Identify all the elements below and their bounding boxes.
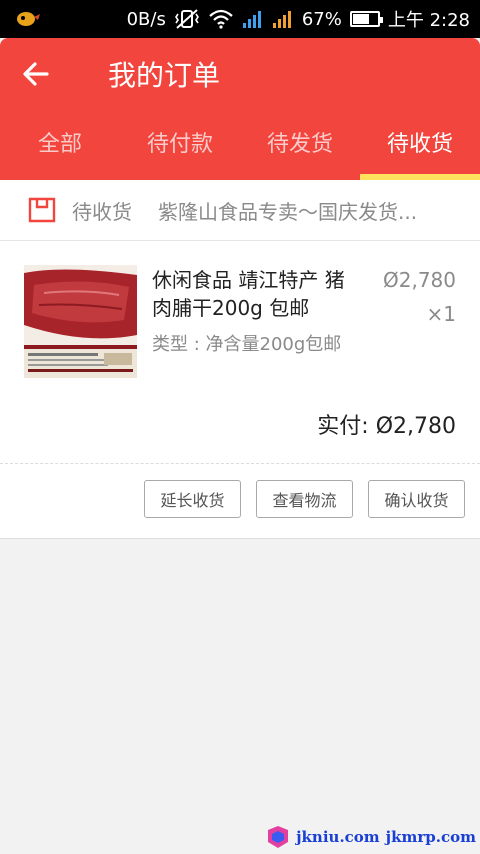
clock: 上午 2:28 [387,10,470,31]
currency-icon: Ø [382,268,399,292]
order-tabs: 全部 待付款 待发货 待收货 [0,124,480,180]
watermark-logo-icon [268,826,289,848]
product-price-value: 2,780 [398,268,456,292]
paid-amount: 2,780 [393,414,456,439]
vibrate-icon [174,9,199,29]
tab-pending-shipment[interactable]: 待发货 [240,124,360,180]
shop-icon [28,197,56,223]
watermark: jkniu.com jkmrp.com [266,826,476,848]
currency-icon: Ø [375,414,394,439]
shop-name: 紫隆山食品专卖～国庆发货... [158,199,418,224]
back-button[interactable] [18,56,54,92]
order-card: 待收货 紫隆山食品专卖～国庆发货... 休闲食品 靖江特产 猪肉脯干200g 包… [0,180,480,539]
status-bar: 0B/s 67% 上午 2:28 [0,0,480,38]
battery-icon [349,11,383,27]
signal-icon-sim2 [272,11,291,28]
product-spec: 类型 : 净含量200g包邮 [152,334,342,355]
arrow-left-icon [23,62,49,86]
order-actions: 延长收货 查看物流 确认收货 [144,480,465,518]
battery-fill [352,14,369,24]
product-quantity: ×1 [426,302,456,326]
tab-all[interactable]: 全部 [0,124,120,180]
app-notification-icon [17,12,40,26]
extend-receipt-button[interactable]: 延长收货 [144,480,241,518]
view-logistics-button[interactable]: 查看物流 [256,480,353,518]
network-speed: 0B/s [126,8,166,30]
paid-label: 实付: [317,414,369,439]
paid-total: 实付: Ø2,780 [317,408,456,440]
signal-icon-sim1 [242,11,261,28]
watermark-text-2: jkmrp.com [385,828,476,846]
tab-pending-payment[interactable]: 待付款 [120,124,240,180]
wifi-icon [209,9,233,29]
order-status: 待收货 [72,199,132,224]
battery-percent: 67% [301,8,342,30]
product-title[interactable]: 休闲食品 靖江特产 猪肉脯干200g 包邮 [152,266,362,322]
status-bar-right: 0B/s 67% 上午 2:28 [127,0,470,38]
shop-row[interactable]: 待收货 紫隆山食品专卖～国庆发货... [0,180,480,241]
confirm-receipt-button[interactable]: 确认收货 [368,480,465,518]
page-title: 我的订单 [108,59,221,92]
watermark-text-1: jkniu.com [296,828,380,846]
app-header: 我的订单 全部 待付款 待发货 待收货 [0,38,480,180]
product-thumbnail [24,265,137,378]
divider [0,463,480,464]
product-image[interactable] [24,265,137,378]
product-price: Ø2,780 [383,268,456,292]
tab-pending-receipt[interactable]: 待收货 [360,124,480,180]
